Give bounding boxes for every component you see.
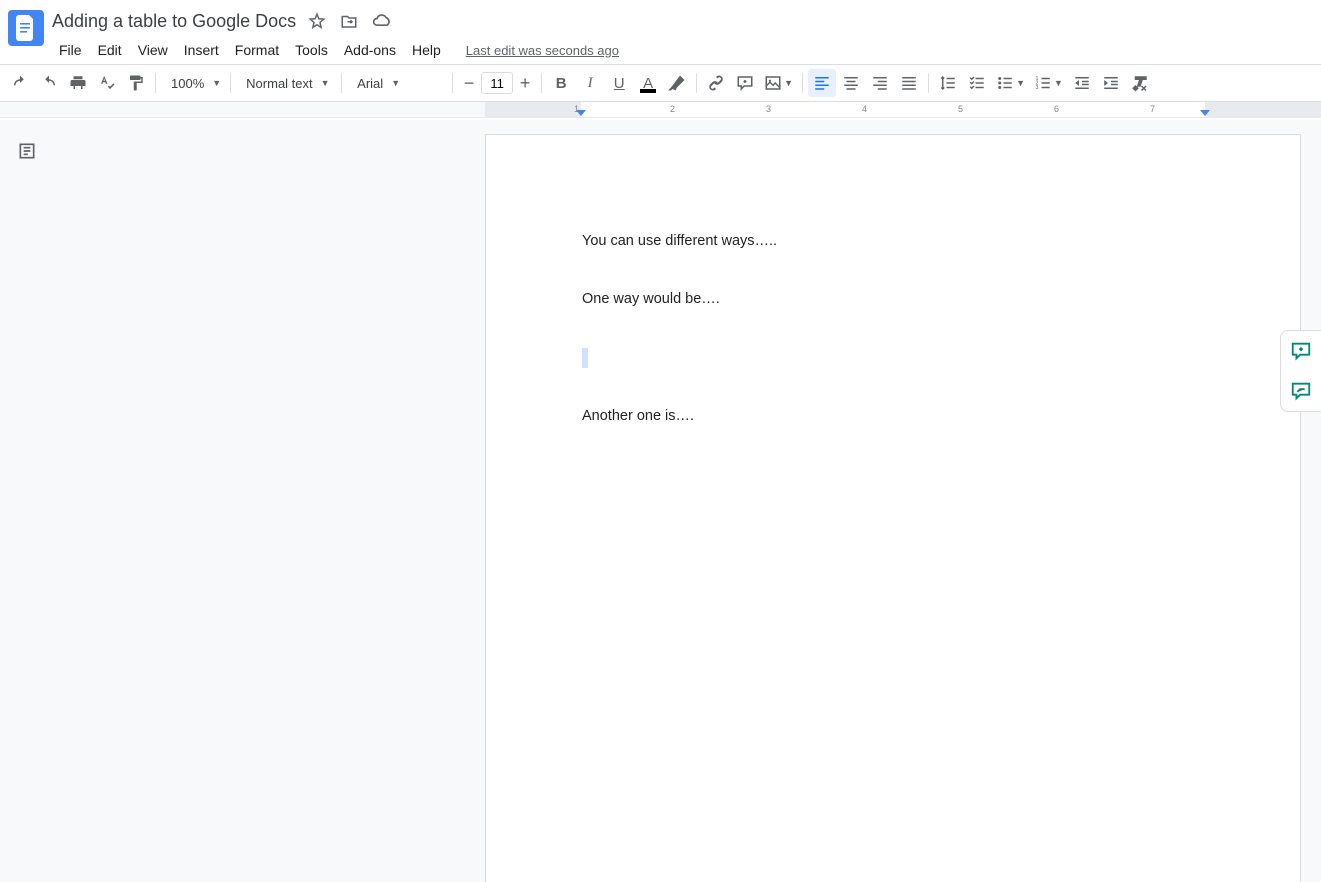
menu-format[interactable]: Format	[228, 38, 286, 62]
highlight-button[interactable]	[663, 69, 691, 97]
svg-text:3: 3	[1036, 85, 1039, 91]
move-icon[interactable]	[340, 12, 358, 30]
menu-bar: File Edit View Insert Format Tools Add-o…	[52, 36, 1313, 64]
star-icon[interactable]	[308, 12, 326, 30]
paragraph[interactable]: One way would be….	[582, 289, 1204, 309]
document-canvas: You can use different ways….. One way wo…	[0, 120, 1321, 882]
style-dropdown[interactable]: Normal text▼	[236, 69, 336, 97]
numbered-list-button[interactable]: 123▼	[1030, 69, 1067, 97]
link-button[interactable]	[702, 69, 730, 97]
undo-button[interactable]	[6, 69, 34, 97]
image-button[interactable]: ▼	[760, 69, 797, 97]
menu-file[interactable]: File	[52, 38, 89, 62]
clear-formatting-button[interactable]	[1126, 69, 1154, 97]
document-title[interactable]: Adding a table to Google Docs	[52, 11, 296, 32]
redo-button[interactable]	[35, 69, 63, 97]
align-right-button[interactable]	[866, 69, 894, 97]
underline-button[interactable]: U	[605, 69, 633, 97]
docs-logo[interactable]	[8, 10, 44, 46]
app-header: Adding a table to Google Docs File Edit …	[0, 0, 1321, 64]
comment-button[interactable]	[731, 69, 759, 97]
outline-toggle-button[interactable]	[14, 138, 40, 164]
checklist-button[interactable]	[963, 69, 991, 97]
indent-decrease-button[interactable]	[1068, 69, 1096, 97]
paragraph[interactable]: You can use different ways…..	[582, 231, 1204, 251]
add-comment-button[interactable]	[1281, 331, 1321, 371]
menu-insert[interactable]: Insert	[177, 38, 226, 62]
menu-view[interactable]: View	[131, 38, 175, 62]
last-edit-link[interactable]: Last edit was seconds ago	[466, 43, 619, 58]
ruler[interactable]: 1 2 3 4 5 6 7	[0, 102, 1321, 118]
font-dropdown[interactable]: Arial▼	[347, 69, 447, 97]
paint-format-button[interactable]	[122, 69, 150, 97]
toolbar: 100%▼ Normal text▼ Arial▼ − + B I U A ▼ …	[0, 64, 1321, 102]
line-spacing-button[interactable]	[934, 69, 962, 97]
spellcheck-button[interactable]	[93, 69, 121, 97]
side-action-panel	[1280, 330, 1321, 412]
print-button[interactable]	[64, 69, 92, 97]
font-size-input[interactable]	[481, 72, 513, 94]
italic-button[interactable]: I	[576, 69, 604, 97]
text-cursor	[582, 348, 588, 368]
bullet-list-button[interactable]: ▼	[992, 69, 1029, 97]
menu-addons[interactable]: Add-ons	[337, 38, 403, 62]
font-size-control: − +	[458, 71, 536, 95]
menu-edit[interactable]: Edit	[91, 38, 129, 62]
zoom-dropdown[interactable]: 100%▼	[161, 69, 225, 97]
font-size-increase[interactable]: +	[514, 71, 536, 95]
cloud-status-icon[interactable]	[372, 12, 392, 30]
paragraph[interactable]: Another one is….	[582, 406, 1204, 426]
indent-increase-button[interactable]	[1097, 69, 1125, 97]
align-justify-button[interactable]	[895, 69, 923, 97]
font-size-decrease[interactable]: −	[458, 71, 480, 95]
suggest-edits-button[interactable]	[1281, 371, 1321, 411]
menu-tools[interactable]: Tools	[288, 38, 335, 62]
bold-button[interactable]: B	[547, 69, 575, 97]
menu-help[interactable]: Help	[405, 38, 448, 62]
align-center-button[interactable]	[837, 69, 865, 97]
text-color-button[interactable]: A	[634, 69, 662, 97]
page[interactable]: You can use different ways….. One way wo…	[485, 134, 1301, 882]
align-left-button[interactable]	[808, 69, 836, 97]
document-icon	[16, 15, 36, 41]
